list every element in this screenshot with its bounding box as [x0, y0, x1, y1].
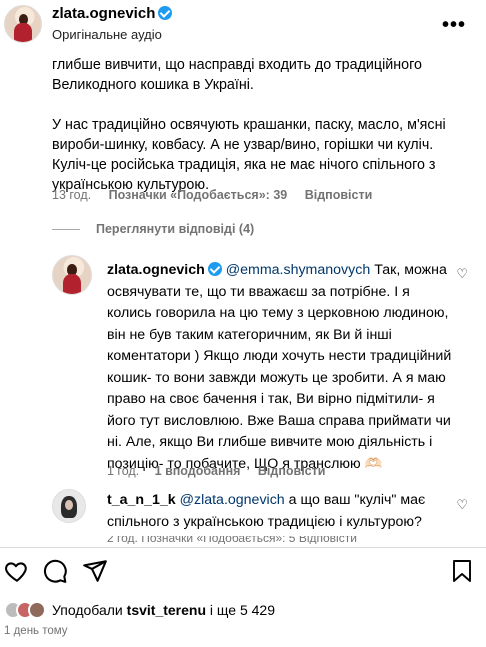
audio-label[interactable]: Оригінальне аудіо — [52, 27, 162, 42]
view-replies-label[interactable]: Переглянути відповіді (4) — [96, 222, 254, 236]
reply-body: zlata.ognevich @emma.shymanovych Так, мо… — [107, 260, 457, 475]
post-username[interactable]: zlata.ognevich — [52, 5, 173, 22]
liked-by-text[interactable]: Уподобали tsvit_terenu і ще 5 429 — [52, 602, 275, 618]
reply2-username[interactable]: t_a_n_1_k — [107, 492, 176, 508]
bookmark-icon[interactable] — [450, 558, 474, 584]
reply-likes[interactable]: 1 вподобання — [155, 464, 241, 478]
liker-avatar — [28, 601, 46, 619]
post-header: zlata.ognevich Оригінальне аудіо ••• — [0, 0, 486, 48]
reply-reply-button[interactable]: Відповісти — [258, 464, 326, 478]
liked-by-row[interactable]: Уподобали tsvit_terenu і ще 5 429 — [4, 600, 275, 620]
comment-meta: 13 год. Позначки «Подобається»: 39 Відпо… — [52, 188, 372, 202]
comment-reply-button[interactable]: Відповісти — [305, 188, 373, 202]
avatar[interactable] — [4, 5, 42, 43]
username-text[interactable]: zlata.ognevich — [52, 5, 155, 22]
verified-badge-icon — [158, 6, 173, 20]
more-horizontal-icon[interactable]: ••• — [442, 14, 466, 37]
heart-icon[interactable] — [4, 558, 30, 584]
liked-by-prefix: Уподобали — [52, 602, 123, 618]
heart-hands-emoji: 🫶🏻 — [364, 455, 383, 472]
comment-time: 13 год. — [52, 188, 92, 202]
reply-username[interactable]: zlata.ognevich — [107, 262, 205, 278]
post-time-ago: 1 день тому — [4, 625, 68, 637]
reply2-avatar[interactable] — [52, 489, 86, 523]
comment-likes[interactable]: Позначки «Подобається»: 39 — [109, 188, 288, 202]
view-replies-button[interactable]: Переглянути відповіді (4) — [52, 222, 254, 236]
reply2-meta-text: 2 год. Позначки «Подобається»: 5 Відпові… — [107, 536, 357, 544]
liked-by-count[interactable]: і ще 5 429 — [210, 602, 275, 618]
reply2-body: t_a_n_1_k @zlata.ognevich а що ваш "кулі… — [107, 490, 457, 533]
comment-icon[interactable] — [42, 558, 68, 584]
comment-paragraph-1: глибше вивчити, що насправді входить до … — [52, 57, 422, 93]
actions-divider — [0, 547, 486, 548]
reply-time: 1 год. — [107, 464, 140, 478]
reply-avatar[interactable] — [52, 255, 92, 295]
reply-mention[interactable]: @emma.shymanovych — [226, 262, 371, 278]
reply2-meta-cutoff: 2 год. Позначки «Подобається»: 5 Відпові… — [107, 536, 407, 544]
reply-meta: 1 год. 1 вподобання Відповісти — [107, 464, 325, 478]
comment-paragraph-2: У нас традиційно освячують крашанки, пас… — [52, 117, 446, 193]
verified-badge-icon — [207, 262, 222, 276]
send-icon[interactable] — [82, 558, 108, 584]
action-bar — [0, 558, 486, 588]
reply-like-heart-icon[interactable]: ♡ — [456, 266, 468, 282]
reply-text: Так, можна освячувати те, що ти вважаєш … — [107, 262, 452, 472]
reply2-like-heart-icon[interactable]: ♡ — [456, 497, 468, 513]
liked-by-user[interactable]: tsvit_terenu — [127, 602, 206, 618]
replies-divider-line — [52, 228, 80, 230]
reply2-mention[interactable]: @zlata.ognevich — [180, 492, 285, 508]
